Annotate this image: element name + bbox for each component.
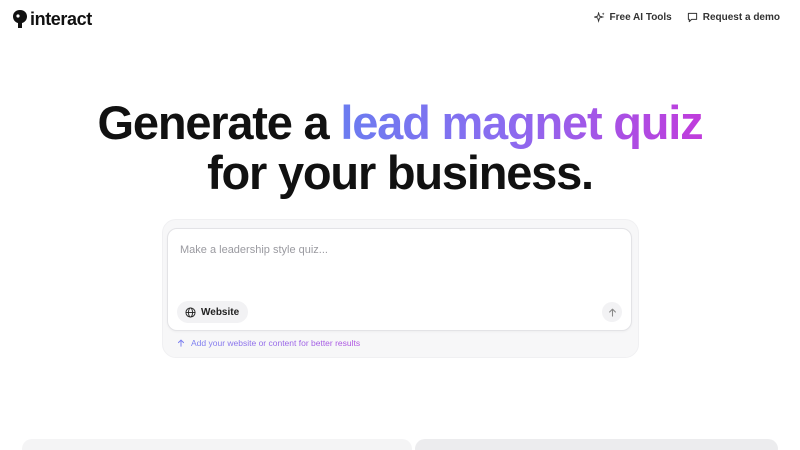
top-header: interact Free AI Tools Request a demo bbox=[0, 0, 800, 40]
prompt-card: Website bbox=[167, 228, 632, 331]
feature-card-right bbox=[415, 439, 778, 450]
arrow-up-icon bbox=[608, 308, 616, 317]
globe-icon bbox=[185, 306, 196, 318]
logo-mark-icon bbox=[13, 10, 27, 28]
add-website-hint[interactable]: Add your website or content for better r… bbox=[177, 338, 360, 348]
free-ai-tools-label: Free AI Tools bbox=[609, 12, 672, 23]
quiz-prompt-input[interactable] bbox=[180, 239, 620, 261]
logo-text: interact bbox=[30, 9, 92, 29]
hero-title-part2: for your business. bbox=[207, 146, 594, 199]
sparkle-icon bbox=[593, 12, 605, 23]
hero-title-part1: Generate a bbox=[97, 96, 330, 149]
hint-arrow-up-icon bbox=[177, 339, 185, 347]
hero-title: Generate a lead magnet quiz for your bus… bbox=[0, 98, 800, 198]
request-demo-label: Request a demo bbox=[702, 12, 780, 23]
logo[interactable]: interact bbox=[12, 9, 92, 29]
request-demo-link[interactable]: Request a demo bbox=[687, 12, 780, 23]
website-button[interactable]: Website bbox=[177, 301, 249, 323]
submit-button[interactable] bbox=[602, 302, 622, 322]
hero-title-accent: lead magnet quiz bbox=[340, 96, 703, 149]
feature-card-left bbox=[22, 439, 412, 450]
top-nav: Free AI Tools Request a demo bbox=[593, 12, 780, 23]
website-button-label: Website bbox=[201, 306, 240, 318]
chat-bubble-icon bbox=[687, 12, 697, 23]
hint-text: Add your website or content for better r… bbox=[191, 338, 361, 348]
free-ai-tools-link[interactable]: Free AI Tools bbox=[593, 12, 672, 23]
